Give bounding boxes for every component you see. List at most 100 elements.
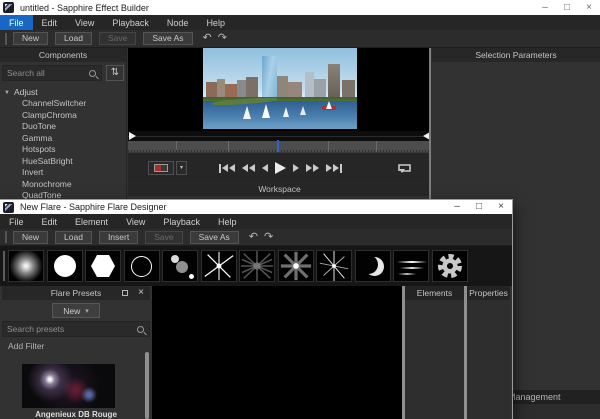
dialog-load-button[interactable]: Load [55, 231, 92, 244]
close-button[interactable]: × [578, 1, 600, 15]
dialog-new-button[interactable]: New [13, 231, 48, 244]
tree-item[interactable]: Hotspots [0, 144, 127, 156]
app-toolbar: New Load Save Save As ↶ ↷ [0, 30, 600, 48]
load-button[interactable]: Load [55, 32, 92, 45]
render-preview-icon [154, 164, 168, 172]
thumb-streaks[interactable] [393, 250, 429, 282]
thumb-star[interactable] [201, 250, 237, 282]
thumb-ring[interactable] [124, 250, 160, 282]
flare-designer-dialog: New Flare - Sapphire Flare Designer – □ … [0, 200, 512, 419]
dialog-menu-playback[interactable]: Playback [154, 214, 209, 229]
preview-image [203, 48, 357, 129]
preset-search[interactable] [2, 321, 150, 337]
dialog-menu-view[interactable]: View [117, 214, 154, 229]
dialog-menu-file[interactable]: File [0, 214, 33, 229]
app-logo-icon [3, 2, 14, 13]
dialog-undo-icon[interactable]: ↶ [249, 232, 258, 243]
components-search-input[interactable] [3, 68, 87, 78]
tree-item[interactable]: ClampChroma [0, 110, 127, 122]
tree-item[interactable]: Monochrome [0, 179, 127, 191]
skip-to-end-button[interactable] [326, 164, 342, 173]
dialog-toolbar: New Load Insert Save Save As ↶ ↷ [0, 229, 512, 246]
preset-search-input[interactable] [3, 324, 135, 334]
timeline-range-row [128, 131, 431, 141]
search-icon [89, 70, 96, 77]
workspace-header[interactable]: Workspace [128, 182, 431, 196]
strip-grip[interactable] [3, 251, 5, 281]
menu-file[interactable]: File [0, 15, 33, 30]
preset-new-dropdown[interactable]: New ▾ [52, 303, 100, 318]
elements-header[interactable]: Elements [405, 286, 464, 300]
dialog-toolbar-grip[interactable] [5, 231, 7, 243]
elements-panel: Elements [405, 286, 464, 419]
rewind-button[interactable] [242, 164, 255, 172]
dialog-maximize-button[interactable]: □ [468, 200, 490, 214]
sort-button[interactable]: ⇅ [106, 65, 124, 81]
menu-help[interactable]: Help [197, 15, 234, 30]
selection-parameters-header[interactable]: Selection Parameters [432, 48, 600, 62]
fast-forward-button[interactable] [306, 164, 319, 172]
maximize-button[interactable]: □ [556, 1, 578, 15]
dialog-redo-icon[interactable]: ↷ [264, 232, 273, 243]
flare-preview-canvas[interactable] [152, 286, 402, 419]
management-header[interactable]: Management [512, 390, 600, 404]
tree-item[interactable]: DuoTone [0, 121, 127, 133]
dialog-menu-element[interactable]: Element [66, 214, 117, 229]
float-panel-icon[interactable] [122, 290, 128, 296]
toolbar-grip[interactable] [5, 33, 7, 45]
thumb-circle[interactable] [47, 250, 83, 282]
minimize-button[interactable]: – [534, 1, 556, 15]
preset-thumbnail[interactable] [22, 364, 115, 408]
save-as-button[interactable]: Save As [143, 32, 192, 45]
dialog-menu-edit[interactable]: Edit [33, 214, 67, 229]
components-search[interactable] [2, 65, 102, 81]
tree-group-adjust[interactable]: ▼Adjust [0, 86, 127, 98]
components-tree: ▼Adjust ChannelSwitcher ClampChroma DuoT… [0, 86, 127, 213]
step-forward-button[interactable] [293, 164, 299, 172]
range-start-handle[interactable] [129, 132, 136, 140]
thumb-glow[interactable] [8, 250, 44, 282]
step-back-button[interactable] [262, 164, 268, 172]
loop-button[interactable] [395, 161, 413, 175]
properties-panel: Properties [467, 286, 510, 419]
app-titlebar: untitled - Sapphire Effect Builder – □ × [0, 0, 600, 15]
preset-name[interactable]: Angenieux DB Rouge [2, 410, 150, 419]
menu-playback[interactable]: Playback [103, 15, 158, 30]
new-button[interactable]: New [13, 32, 48, 45]
menu-node[interactable]: Node [158, 15, 198, 30]
flare-presets-header: Flare Presets × [2, 286, 150, 300]
dialog-close-button[interactable]: × [490, 200, 512, 214]
tree-item[interactable]: HueSatBright [0, 156, 127, 168]
search-icon [137, 326, 144, 333]
play-button[interactable] [275, 162, 286, 174]
tree-item[interactable]: Gamma [0, 133, 127, 145]
tree-item[interactable]: ChannelSwitcher [0, 98, 127, 110]
thumb-soft-star[interactable] [278, 250, 314, 282]
properties-header[interactable]: Properties [467, 286, 510, 300]
skip-to-start-button[interactable] [219, 164, 235, 173]
expander-icon[interactable]: ▼ [4, 90, 10, 96]
thumb-spike-star[interactable] [316, 250, 352, 282]
tree-item[interactable]: Invert [0, 167, 127, 179]
dialog-insert-button[interactable]: Insert [99, 231, 138, 244]
thumb-hexagon[interactable] [85, 250, 121, 282]
redo-icon[interactable]: ↷ [218, 33, 227, 44]
thumb-rays[interactable] [239, 250, 275, 282]
thumb-settings-gear[interactable] [432, 250, 468, 282]
render-preview-button[interactable] [148, 161, 174, 175]
menu-edit[interactable]: Edit [33, 15, 67, 30]
add-filter-link[interactable]: Add Filter [8, 341, 44, 351]
thumb-dots[interactable] [162, 250, 198, 282]
undo-icon[interactable]: ↶ [203, 33, 212, 44]
preview-mode-dropdown[interactable]: ▾ [176, 161, 187, 175]
dialog-minimize-button[interactable]: – [446, 200, 468, 214]
panel-close-icon[interactable]: × [138, 286, 144, 300]
presets-scrollbar[interactable] [145, 352, 149, 419]
menu-view[interactable]: View [66, 15, 103, 30]
app-menubar: File Edit View Playback Node Help [0, 15, 600, 30]
dialog-menu-help[interactable]: Help [209, 214, 246, 229]
timeline-ruler[interactable] [128, 141, 431, 152]
center-scrollbar[interactable] [429, 48, 431, 200]
dialog-save-as-button[interactable]: Save As [190, 231, 239, 244]
thumb-crescent[interactable] [355, 250, 391, 282]
